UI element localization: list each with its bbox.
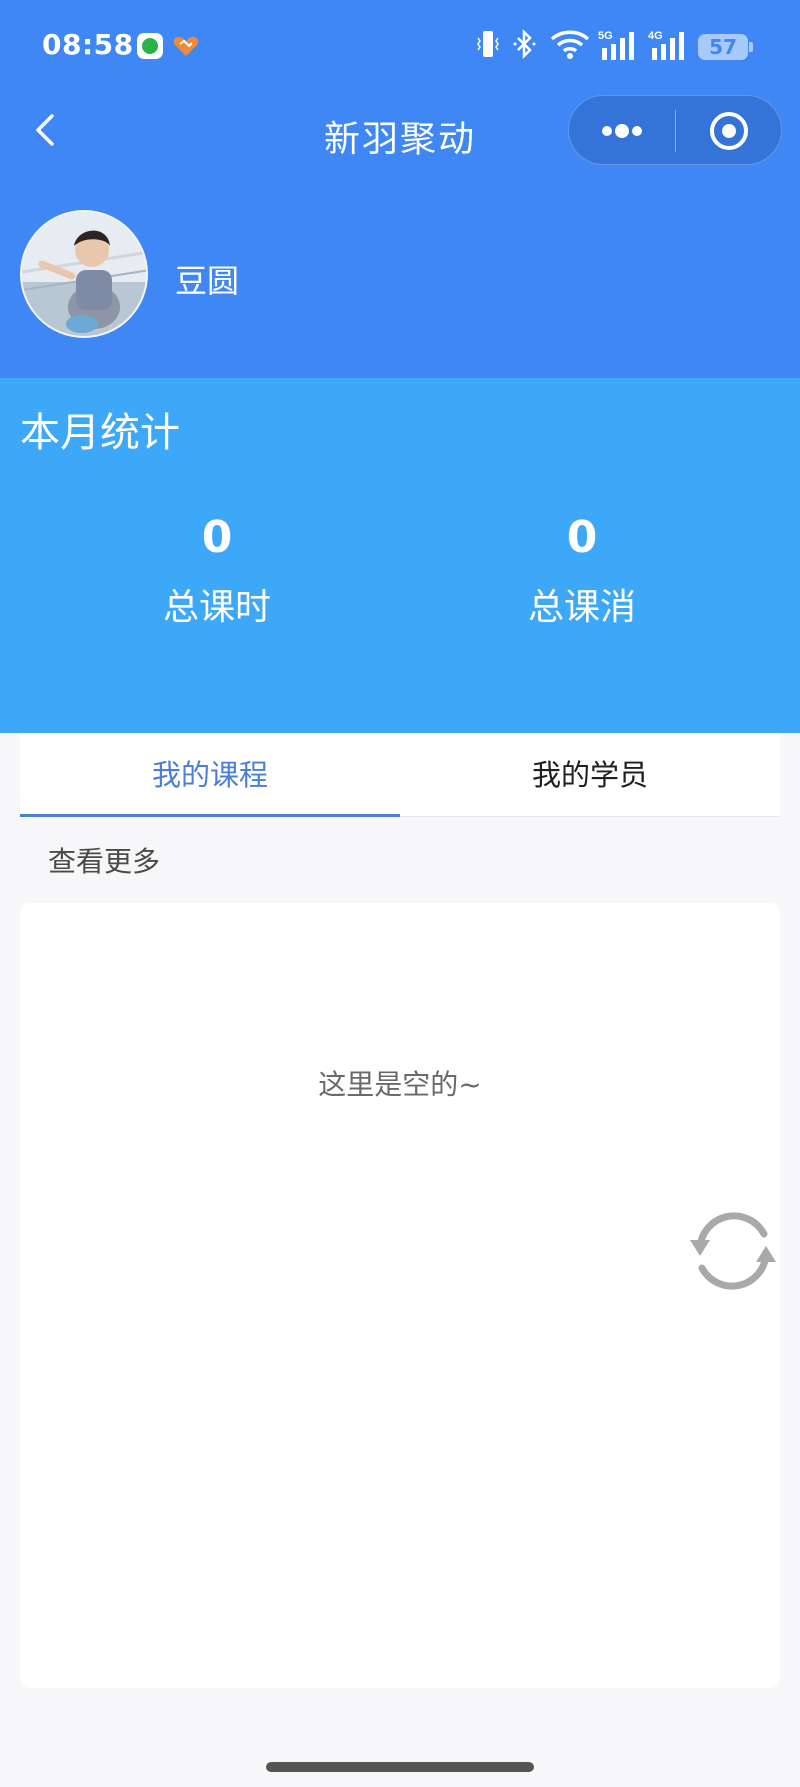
status-bar: 08:58 5G 4G 57 bbox=[0, 0, 800, 90]
svg-text:4G: 4G bbox=[648, 30, 663, 42]
status-time: 08:58 bbox=[42, 28, 134, 61]
stat-total-hours: 0 总课时 bbox=[67, 508, 367, 630]
close-target-icon[interactable] bbox=[677, 96, 781, 166]
profile-section: 豆圆 bbox=[0, 206, 800, 341]
heart-app-icon bbox=[173, 36, 199, 56]
avatar-photo bbox=[22, 212, 146, 336]
active-tab-indicator bbox=[20, 814, 400, 817]
course-list-card: 这里是空的~ bbox=[20, 903, 780, 1688]
stat-value: 0 bbox=[566, 512, 598, 563]
tab-my-courses[interactable]: 我的课程 bbox=[20, 733, 400, 817]
miniprogram-capsule bbox=[568, 95, 782, 165]
status-icons: 5G 4G 57 bbox=[460, 28, 800, 64]
more-dots-icon[interactable] bbox=[569, 96, 675, 166]
bluetooth-icon bbox=[513, 28, 536, 60]
message-app-icon bbox=[137, 33, 163, 59]
wifi-icon bbox=[550, 30, 590, 59]
stat-label: 总课时 bbox=[162, 587, 271, 628]
signal-5g-icon: 5G bbox=[598, 30, 634, 60]
refresh-icon[interactable] bbox=[678, 1196, 788, 1306]
home-indicator[interactable] bbox=[266, 1762, 534, 1772]
stats-title: 本月统计 bbox=[20, 410, 180, 456]
tab-my-students[interactable]: 我的学员 bbox=[400, 733, 780, 817]
capsule-divider bbox=[675, 110, 676, 152]
username: 豆圆 bbox=[175, 262, 240, 300]
stat-value: 0 bbox=[201, 512, 233, 563]
stat-total-consumption: 0 总课消 bbox=[432, 508, 732, 630]
vibrate-icon bbox=[477, 31, 499, 57]
svg-text:5G: 5G bbox=[598, 30, 613, 42]
tab-bar: 我的课程 我的学员 bbox=[20, 733, 780, 817]
monthly-stats: 本月统计 0 总课时 0 总课消 bbox=[0, 378, 800, 733]
navbar: 新羽聚动 bbox=[0, 90, 800, 170]
stat-label: 总课消 bbox=[527, 587, 636, 628]
see-more-link[interactable]: 查看更多 bbox=[48, 840, 160, 880]
battery-indicator: 57 bbox=[698, 34, 753, 60]
header-area: 08:58 5G 4G 57 新羽聚动 豆圆 bbox=[0, 0, 800, 378]
page: 08:58 5G 4G 57 新羽聚动 豆圆 本月统计 0 总课时 0 总课消 … bbox=[0, 0, 800, 1787]
signal-4g-icon: 4G bbox=[648, 30, 684, 60]
empty-state-text: 这里是空的~ bbox=[318, 1068, 482, 1101]
avatar[interactable] bbox=[20, 210, 148, 338]
